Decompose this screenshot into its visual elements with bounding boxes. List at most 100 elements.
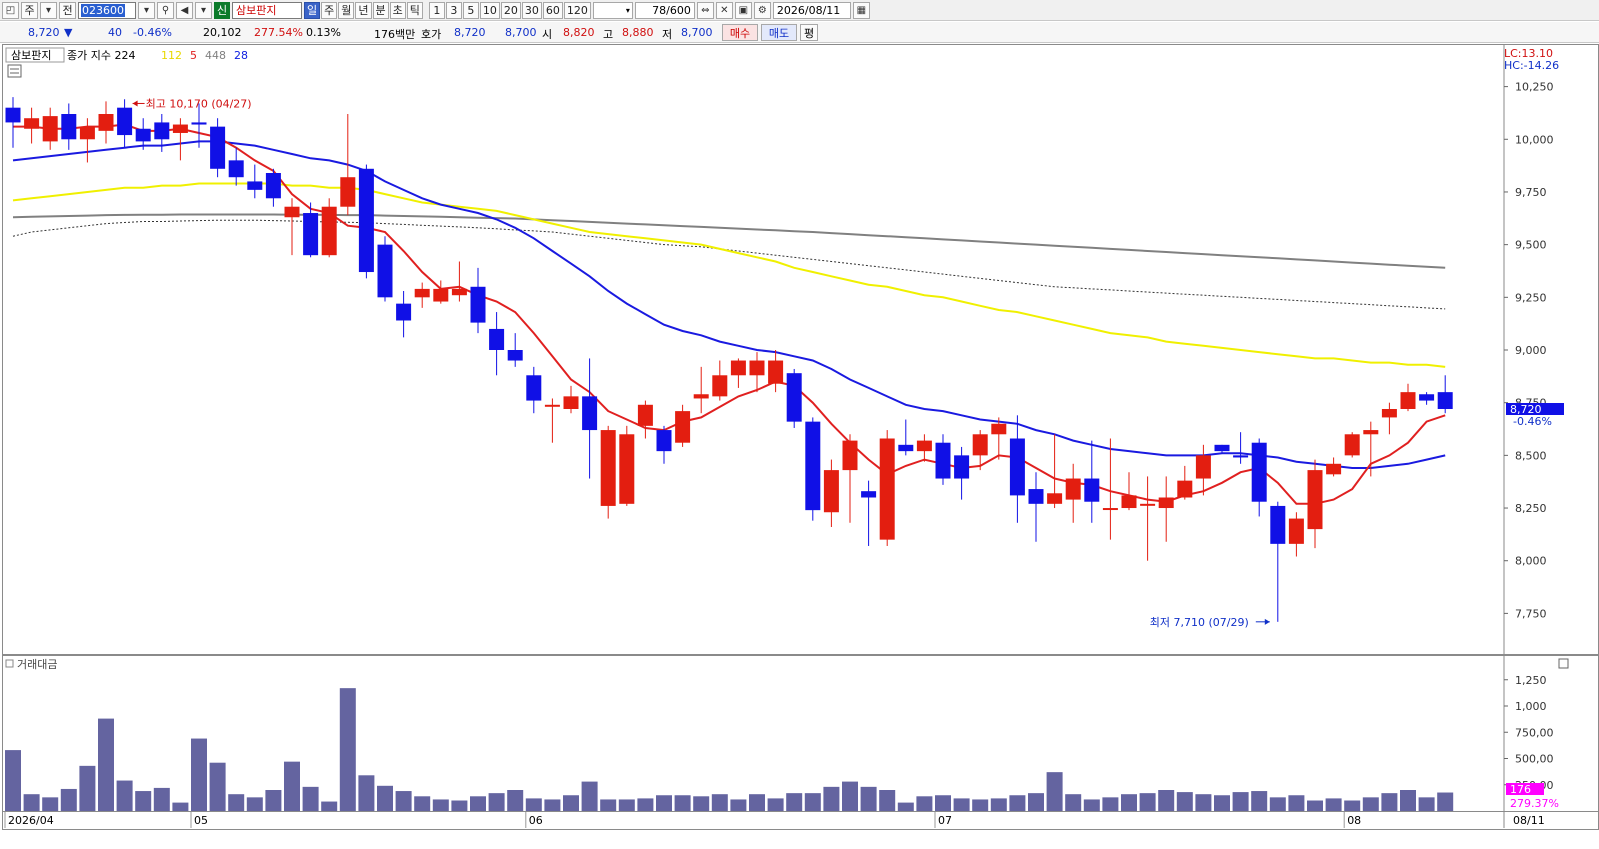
- sell-button[interactable]: 매도: [761, 24, 797, 41]
- speaker-dropdown-icon[interactable]: ▾: [195, 1, 212, 19]
- volume-bar: [1214, 795, 1230, 811]
- price-tick-label: 8,250: [1515, 502, 1547, 515]
- ma-legend-448: 448: [205, 49, 226, 62]
- period-tab-1[interactable]: 주: [321, 1, 338, 19]
- volume-bar: [897, 802, 914, 811]
- candlestick-series: [5, 97, 1453, 622]
- period-tab-4[interactable]: 분: [372, 1, 389, 19]
- volume-tick-label: 1,000: [1515, 700, 1547, 713]
- candle-body: [247, 181, 263, 190]
- candle-body: [507, 350, 523, 361]
- x-axis-bar: 2026/04 05 06 07 08 08/11: [2, 812, 1599, 830]
- stock-mode-button[interactable]: 주: [21, 1, 38, 19]
- interval-tab-10[interactable]: 10: [479, 1, 500, 19]
- period-tab-3[interactable]: 년: [355, 1, 372, 19]
- volume-bar: [563, 795, 579, 811]
- volume-bar: [451, 800, 468, 811]
- volume-legend-marker: [5, 659, 14, 668]
- volume-bar: [135, 791, 152, 811]
- stock-code-value: 023600: [81, 3, 125, 17]
- volume-bar: [1344, 800, 1361, 811]
- crosshair-icon[interactable]: ✕: [715, 1, 733, 19]
- candle-body: [1270, 505, 1286, 544]
- calendar-icon[interactable]: ▦: [852, 1, 870, 19]
- volume-tick-label: 1,250: [1515, 674, 1547, 687]
- interval-tab-20[interactable]: 20: [500, 1, 521, 19]
- volume-bar: [544, 799, 561, 811]
- speaker-icon[interactable]: ◀: [176, 1, 193, 19]
- current-price: 8,720: [28, 26, 60, 39]
- interval-tabs: 1 3 5 10 20 30 60 120: [428, 1, 591, 19]
- interval-tab-5[interactable]: 5: [462, 1, 479, 19]
- ma-dotted-line: [12, 219, 1446, 310]
- price-tick-label: 8,000: [1515, 555, 1547, 568]
- date-field[interactable]: 2026/08/11: [772, 1, 851, 19]
- interval-tab-30[interactable]: 30: [521, 1, 542, 19]
- volume-chart-panel[interactable]: 거래대금 1,2501,000750,00500,00250,00 176279…: [2, 655, 1599, 812]
- interval-tab-1[interactable]: 1: [428, 1, 445, 19]
- grid-toggle-icon[interactable]: [7, 64, 22, 78]
- interval-tab-120[interactable]: 120: [563, 1, 591, 19]
- low-price: 8,700: [681, 26, 713, 39]
- candle-body: [991, 423, 1007, 435]
- candle-body: [693, 394, 709, 399]
- candle-body: [526, 375, 542, 401]
- period-tab-0[interactable]: 일: [304, 1, 321, 19]
- volume-bar: [98, 718, 114, 811]
- volume-bar: [656, 795, 672, 811]
- candle-body: [154, 122, 170, 140]
- x-axis-label: 2026/04: [8, 814, 54, 827]
- dropdown-arrow-icon[interactable]: ▾: [40, 1, 57, 19]
- volume-y-axis: 1,2501,000750,00500,00250,00: [1504, 674, 1554, 792]
- volume-bar: [339, 688, 356, 811]
- candle-body: [1158, 497, 1174, 509]
- search-icon[interactable]: ⚲: [157, 1, 174, 19]
- candle-body: [5, 107, 21, 123]
- candle-body: [1437, 392, 1453, 409]
- code-dropdown-icon[interactable]: ▾: [138, 1, 155, 19]
- price-chart-panel[interactable]: 삼보판지 종가 지수 224 112 5 448 28 LC:13.10 HC:-14…: [2, 44, 1599, 655]
- candle-body: [1009, 438, 1025, 496]
- stock-name-field[interactable]: 삼보판지: [232, 1, 302, 19]
- volume-bar: [637, 798, 654, 811]
- change-arrow: ▼: [64, 26, 73, 39]
- chart-toolbar: ◰ 주 ▾ 전 023600 ▾ ⚲ ◀ ▾ 신 삼보판지 일주월년분초틱 13…: [0, 0, 1599, 21]
- interval-tab-60[interactable]: 60: [542, 1, 563, 19]
- data-count-field[interactable]: 78/600: [634, 1, 695, 19]
- prev-button[interactable]: 전: [59, 1, 76, 19]
- volume-panel-close-icon[interactable]: [1558, 658, 1569, 669]
- candle-body: [1307, 470, 1323, 530]
- period-tab-5[interactable]: 초: [389, 1, 406, 19]
- volume-bar: [1400, 790, 1416, 811]
- candle-body: [805, 421, 821, 511]
- candle-body: [265, 173, 281, 199]
- candle-body: [377, 244, 393, 298]
- chart-menu-icon[interactable]: ◰: [2, 1, 19, 19]
- legend-stock-name: 삼보판지: [11, 49, 51, 62]
- candle-body: [489, 328, 505, 350]
- candle-body: [972, 434, 988, 456]
- candle-body: [1344, 434, 1360, 456]
- volume-bar: [674, 795, 691, 811]
- buy-button[interactable]: 매수: [722, 24, 758, 41]
- interval-select[interactable]: ▾: [592, 1, 633, 19]
- volume-legend: 거래대금: [17, 658, 57, 671]
- stock-code-input[interactable]: 023600: [78, 1, 136, 19]
- save-icon[interactable]: ▣: [734, 1, 752, 19]
- x-axis-labels: 2026/04 05 06 07 08: [4, 812, 1361, 828]
- price-tick-label: 10,000: [1515, 133, 1554, 146]
- volume-bar: [23, 794, 40, 811]
- volume-bar: [1381, 793, 1398, 811]
- interval-tab-3[interactable]: 3: [445, 1, 462, 19]
- x-axis-label: 08: [1347, 814, 1361, 827]
- zoom-icon[interactable]: ⇔: [696, 1, 714, 19]
- ma112-line: [12, 182, 1446, 368]
- volume-bar: [153, 787, 170, 811]
- price-tick-label: 9,500: [1515, 239, 1547, 252]
- average-button[interactable]: 평: [800, 24, 818, 41]
- price-tick-label: 9,750: [1515, 186, 1547, 199]
- period-tab-6[interactable]: 틱: [406, 1, 423, 19]
- period-tab-2[interactable]: 월: [338, 1, 355, 19]
- gear-icon[interactable]: ⚙: [753, 1, 771, 19]
- candle-body: [879, 438, 895, 540]
